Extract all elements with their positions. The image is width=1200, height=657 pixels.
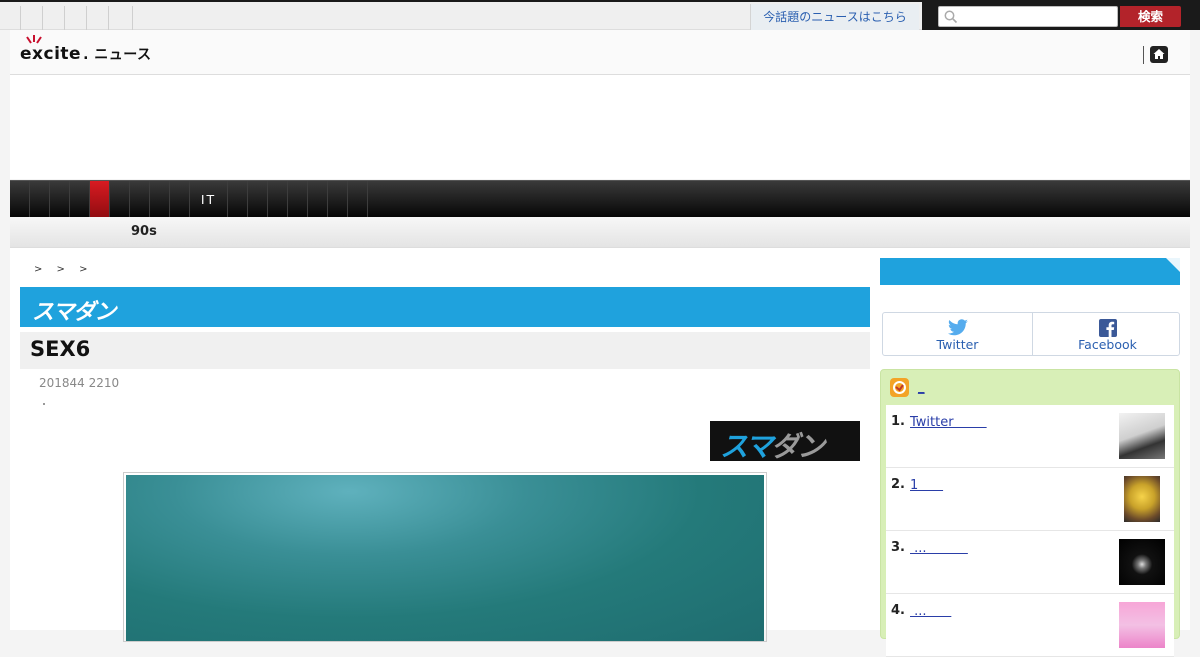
sidebar-banner[interactable] (880, 258, 1180, 285)
article-image (123, 472, 767, 642)
category-tab[interactable] (328, 181, 348, 218)
ranking-thumbnail[interactable] (1124, 476, 1160, 522)
category-tab[interactable] (70, 181, 90, 218)
ranking-item[interactable]: 2. 1 (886, 468, 1174, 531)
logo-text: excite (20, 44, 82, 64)
top-nav-strip: 今話題のニュースはこちら (0, 2, 922, 31)
top-nav-item[interactable] (112, 6, 133, 30)
ranking-thumbnail[interactable] (1119, 602, 1165, 648)
source-logo-text: スマダン (720, 425, 825, 465)
category-tab[interactable] (150, 181, 170, 218)
facebook-icon (1098, 319, 1117, 337)
twitter-label: Twitter (936, 337, 979, 352)
search-input[interactable] (938, 6, 1118, 27)
source-logo[interactable]: スマダン (710, 421, 860, 463)
category-tab[interactable] (170, 181, 190, 218)
article-image-fill (126, 475, 764, 641)
sub-nav-item-90s[interactable]: 90s (131, 224, 157, 239)
home-icon[interactable] (1150, 46, 1168, 63)
category-tab[interactable] (288, 181, 308, 218)
top-nav-item[interactable] (0, 6, 21, 30)
top-nav-item[interactable] (66, 6, 87, 30)
twitter-share-button[interactable]: Twitter (883, 313, 1032, 355)
facebook-label: Facebook (1078, 337, 1137, 352)
article-title: SEX6 (30, 337, 91, 361)
article-title-box: SEX6 (20, 332, 870, 369)
site-banner[interactable]: スマダン (20, 287, 870, 327)
site-banner-logo: スマダン (32, 300, 116, 325)
category-tab[interactable] (50, 181, 70, 218)
ranking-list: 1. Twitter 2. 1 3. ... 4. ... (886, 405, 1174, 657)
source-logo-blue: スマ (720, 430, 773, 463)
category-tab[interactable] (348, 181, 368, 218)
category-tab[interactable] (130, 181, 150, 218)
article-date: 201844 2210 (39, 376, 120, 390)
top-nav-item[interactable] (44, 6, 65, 30)
top-nav-item[interactable] (88, 6, 109, 30)
search-button[interactable]: 検索 (1120, 6, 1181, 27)
excite-news-logo[interactable]: excite. ニュース (20, 44, 152, 64)
ranking-number: 2. (891, 477, 905, 492)
category-tab[interactable] (268, 181, 288, 218)
ranking-number: 3. (891, 540, 905, 555)
ranking-link[interactable]: 1 (910, 478, 943, 493)
divider (1143, 46, 1144, 64)
ranking-head-link[interactable]: _ (918, 380, 925, 395)
divider (43, 403, 45, 405)
category-tab[interactable] (308, 181, 328, 218)
ranking-item[interactable]: 1. Twitter (886, 405, 1174, 468)
category-tab-it[interactable]: IT (190, 181, 228, 218)
breadcrumb[interactable]: > > > (34, 264, 88, 275)
category-tab[interactable] (228, 181, 248, 218)
search-icon (944, 10, 958, 24)
ranking-link[interactable]: ... (910, 541, 968, 556)
ranking-box: _ 1. Twitter 2. 1 3. ... 4. ... (880, 369, 1180, 657)
ranking-thumbnail[interactable] (1119, 413, 1165, 459)
ranking-icon (890, 378, 909, 397)
top-nav-item[interactable] (22, 6, 43, 30)
top-bar: 今話題のニュースはこちら 検索 (0, 0, 1200, 31)
site-header: excite. ニュース (10, 30, 1190, 75)
category-nav: IT (10, 180, 1190, 218)
ranking-number: 4. (891, 603, 905, 618)
ranking-item[interactable]: 4. ... (886, 594, 1174, 657)
ranking-link[interactable]: Twitter (910, 415, 987, 430)
sub-nav: 90s (10, 217, 1190, 248)
source-logo-grey: ダン (771, 430, 825, 463)
ranking-thumbnail[interactable] (1119, 539, 1165, 585)
ranking-link[interactable]: ... (910, 604, 951, 619)
twitter-icon (947, 319, 968, 336)
ad-banner-area (10, 75, 1190, 179)
ranking-number: 1. (891, 414, 905, 429)
trending-news-link[interactable]: 今話題のニュースはこちら (750, 4, 919, 31)
ranking-item[interactable]: 3. ... (886, 531, 1174, 594)
category-tab[interactable] (10, 181, 30, 218)
category-tab[interactable] (110, 181, 130, 218)
share-box: Twitter Facebook (882, 312, 1180, 356)
logo-sub: . ニュース (83, 47, 152, 63)
corner-fold (1166, 258, 1180, 272)
category-tab-active[interactable] (90, 181, 110, 218)
facebook-share-button[interactable]: Facebook (1033, 313, 1182, 355)
category-tab[interactable] (30, 181, 50, 218)
category-tab[interactable] (248, 181, 268, 218)
